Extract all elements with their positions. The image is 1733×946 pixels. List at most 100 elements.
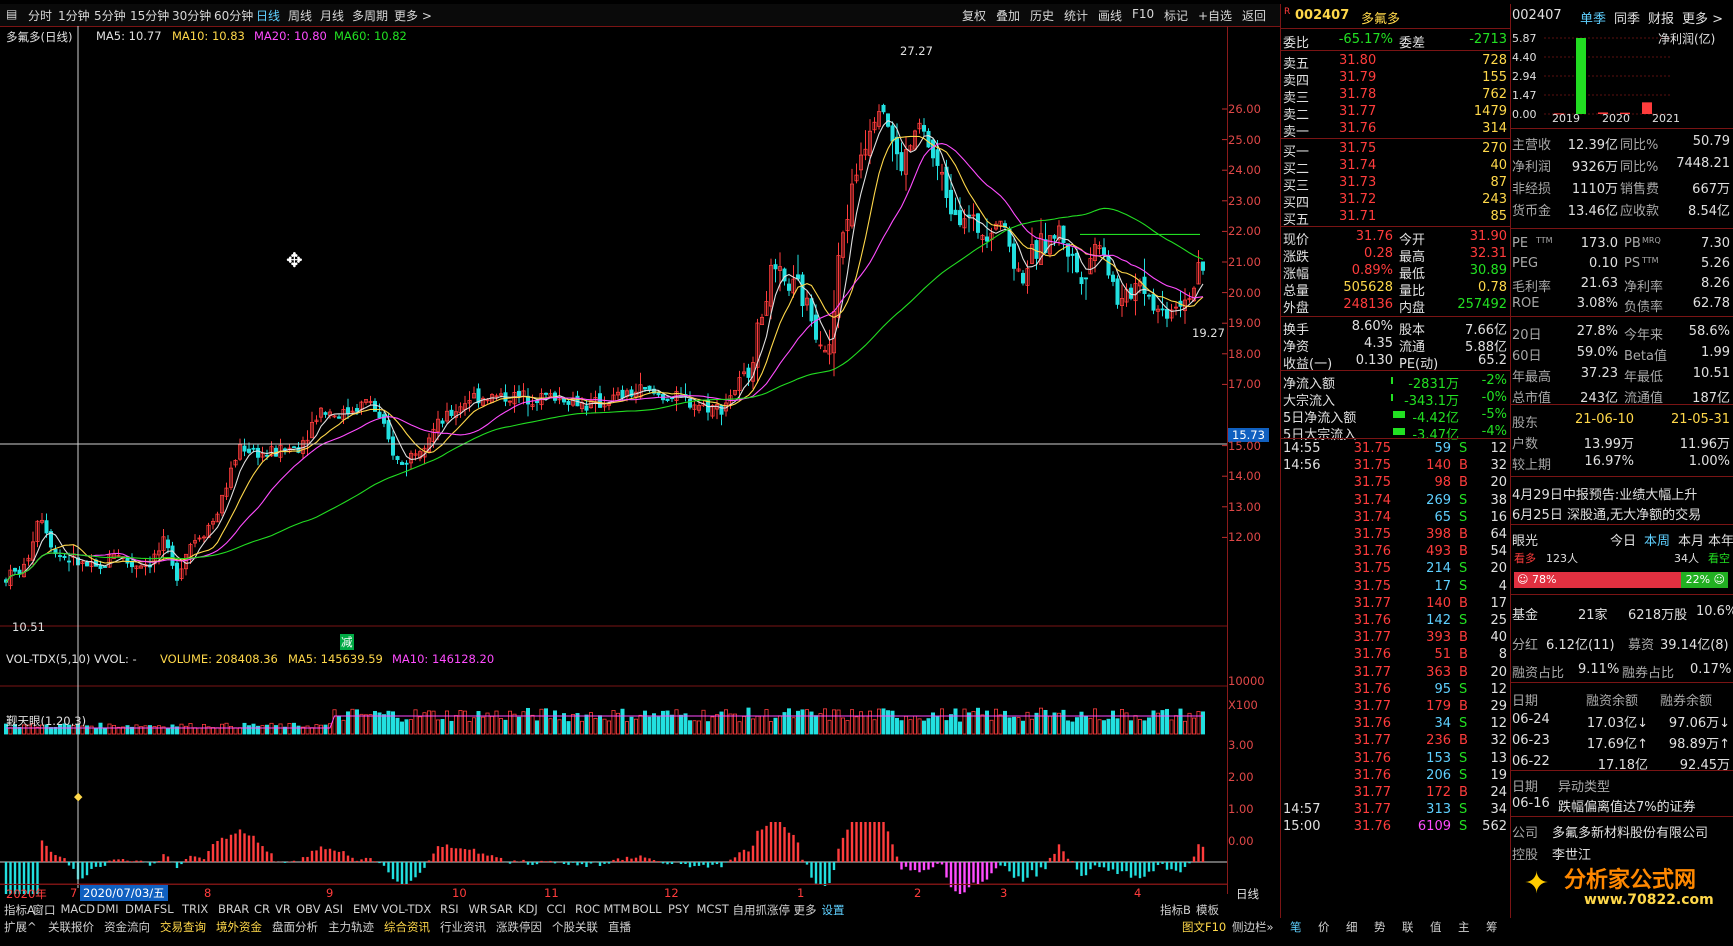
indicator-tab[interactable]: 窗口 bbox=[33, 902, 56, 918]
eye-week[interactable]: 本周 bbox=[1644, 530, 1670, 549]
tab-multi-period[interactable]: 多周期 bbox=[352, 7, 388, 24]
tab-15min[interactable]: 15分钟 bbox=[130, 7, 169, 24]
volume-bar bbox=[760, 715, 765, 735]
volume-bar bbox=[643, 710, 648, 735]
template-tab[interactable]: 模板 bbox=[1196, 902, 1219, 918]
candle-body bbox=[165, 539, 170, 549]
tab-daily[interactable]: 日线 bbox=[256, 7, 280, 24]
tab-report[interactable]: 财报 bbox=[1648, 8, 1674, 27]
volume-bar bbox=[408, 719, 413, 735]
eye-year[interactable]: 本年 bbox=[1708, 530, 1733, 549]
btn-overlay[interactable]: 叠加 bbox=[996, 7, 1020, 24]
bottom-tab[interactable]: 涨跌停因 bbox=[496, 919, 542, 935]
indicator-tab[interactable]: CCI bbox=[547, 902, 566, 916]
bottom-tab[interactable]: 综合资讯 bbox=[384, 919, 430, 935]
price-tick: 18.00 bbox=[1228, 346, 1261, 361]
btn-history[interactable]: 历史 bbox=[1030, 7, 1054, 24]
tab-monthly[interactable]: 月线 bbox=[320, 7, 344, 24]
indicator-tab[interactable]: RSI bbox=[440, 902, 459, 916]
news-item[interactable]: 4月29日中报预告:业绩大幅上升 bbox=[1512, 484, 1697, 503]
indicator-tab[interactable]: OBV bbox=[296, 902, 320, 916]
tab-60min[interactable]: 60分钟 bbox=[214, 7, 253, 24]
volume-bar bbox=[215, 727, 220, 735]
indicator-tab[interactable]: TRIX bbox=[182, 902, 208, 916]
indicator-tab[interactable]: VR bbox=[275, 902, 291, 916]
news-item[interactable]: 6月25日 深股通,无大净额的交易 bbox=[1512, 504, 1701, 523]
indicator-tab[interactable]: PSY bbox=[668, 902, 689, 916]
indicator-tab[interactable]: WR bbox=[469, 902, 488, 916]
tab-single-quarter[interactable]: 单季 bbox=[1580, 8, 1606, 27]
tick-view-tab[interactable]: 势 bbox=[1374, 919, 1386, 935]
volume-bar bbox=[787, 708, 792, 735]
btn-mark[interactable]: 标记 bbox=[1164, 7, 1188, 24]
indicator-tab[interactable]: MCST bbox=[697, 902, 729, 916]
indicator-tab[interactable]: 设置 bbox=[822, 902, 845, 918]
bottom-tab[interactable]: 扩展^ bbox=[4, 919, 37, 935]
indicator-tab[interactable]: EMV bbox=[353, 902, 378, 916]
indicator-tab[interactable]: SAR bbox=[490, 902, 513, 916]
f10-button[interactable]: 图文F10 bbox=[1182, 919, 1226, 935]
bottom-tab[interactable]: 个股关联 bbox=[552, 919, 598, 935]
bottom-tab[interactable]: 直播 bbox=[608, 919, 631, 935]
volume-bar bbox=[233, 727, 238, 735]
tick-view-tab[interactable]: 联 bbox=[1402, 919, 1414, 935]
bottom-tab[interactable]: 交易查询 bbox=[160, 919, 206, 935]
btn-draw[interactable]: 画线 bbox=[1098, 7, 1122, 24]
btn-f10[interactable]: F10 bbox=[1132, 7, 1154, 21]
tab-same-quarter[interactable]: 同季 bbox=[1614, 8, 1640, 27]
eye-month[interactable]: 本月 bbox=[1678, 530, 1704, 549]
tab-5min[interactable]: 5分钟 bbox=[94, 7, 126, 24]
bottom-tab[interactable]: 盘面分析 bbox=[272, 919, 318, 935]
volume-bar bbox=[670, 714, 675, 735]
menu-icon[interactable]: ▤ bbox=[6, 7, 17, 21]
kline-svg[interactable] bbox=[0, 26, 1280, 902]
indicator-tab[interactable]: ASI bbox=[325, 902, 344, 916]
indicator-tab[interactable]: MTM bbox=[604, 902, 631, 916]
indicator-tab[interactable]: DMA bbox=[125, 902, 152, 916]
indicator-tab[interactable]: 指标A bbox=[4, 902, 35, 918]
bottom-tab[interactable]: 资金流向 bbox=[104, 919, 150, 935]
tick-view-tab[interactable]: 筹 bbox=[1486, 919, 1498, 935]
indicator-b-tab[interactable]: 指标B bbox=[1160, 902, 1191, 918]
tab-more[interactable]: 更多 > bbox=[394, 7, 432, 24]
tick-view-tab[interactable]: 价 bbox=[1318, 919, 1330, 935]
kline-chart-panel[interactable]: 多氟多(日线) MA5: 10.77 MA10: 10.83 MA20: 10.… bbox=[0, 26, 1280, 946]
indicator-tab[interactable]: ROC bbox=[575, 902, 600, 916]
volume-bar bbox=[1088, 717, 1093, 735]
volume-bar bbox=[971, 711, 976, 735]
btn-fuquan[interactable]: 复权 bbox=[962, 7, 986, 24]
indicator-tab[interactable]: KDJ bbox=[518, 902, 538, 916]
tab-30min[interactable]: 30分钟 bbox=[172, 7, 211, 24]
tick-view-tab[interactable]: 主 bbox=[1458, 919, 1470, 935]
tab-weekly[interactable]: 周线 bbox=[288, 7, 312, 24]
tick-view-tab[interactable]: 细 bbox=[1346, 919, 1358, 935]
indicator-tab[interactable]: MACD bbox=[61, 902, 95, 916]
btn-add-watch[interactable]: +自选 bbox=[1198, 7, 1232, 24]
btn-back[interactable]: 返回 bbox=[1242, 7, 1266, 24]
indicator-tab[interactable]: BRAR bbox=[218, 902, 249, 916]
tick-row: 14:55 31.75 59 S 12 bbox=[1283, 441, 1507, 456]
indicator-tab[interactable]: DMI bbox=[97, 902, 119, 916]
bottom-tab[interactable]: 行业资讯 bbox=[440, 919, 486, 935]
sidebar-toggle[interactable]: 侧边栏» bbox=[1232, 919, 1274, 935]
indicator-tab[interactable]: BOLL bbox=[632, 902, 662, 916]
btn-stats[interactable]: 统计 bbox=[1064, 7, 1088, 24]
volume-bar bbox=[399, 721, 404, 735]
indicator-tab[interactable]: 更多 bbox=[794, 902, 817, 918]
tick-view-tab[interactable]: 值 bbox=[1430, 919, 1442, 935]
bottom-tab[interactable]: 境外资金 bbox=[216, 919, 262, 935]
tab-1min[interactable]: 1分钟 bbox=[58, 7, 90, 24]
raise-label: 募资 bbox=[1628, 638, 1655, 653]
indicator-tab[interactable]: CR bbox=[254, 902, 270, 916]
indicator-tab[interactable]: 自用抓涨停 bbox=[733, 902, 791, 918]
tab-more-info[interactable]: 更多 > bbox=[1682, 8, 1723, 27]
indicator-tab[interactable]: VOL-TDX bbox=[382, 902, 432, 916]
volume-bar bbox=[1093, 708, 1098, 735]
indicator-tab[interactable]: FSL bbox=[154, 902, 174, 916]
tab-fenshi[interactable]: 分时 bbox=[28, 7, 52, 24]
tick-view-tab[interactable]: 笔 bbox=[1290, 919, 1302, 935]
tick-row: 31.77 172 B 24 bbox=[1353, 785, 1507, 800]
bottom-tab[interactable]: 主力轨迹 bbox=[328, 919, 374, 935]
eye-today[interactable]: 今日 bbox=[1610, 530, 1636, 549]
bottom-tab[interactable]: 关联报价 bbox=[48, 919, 94, 935]
